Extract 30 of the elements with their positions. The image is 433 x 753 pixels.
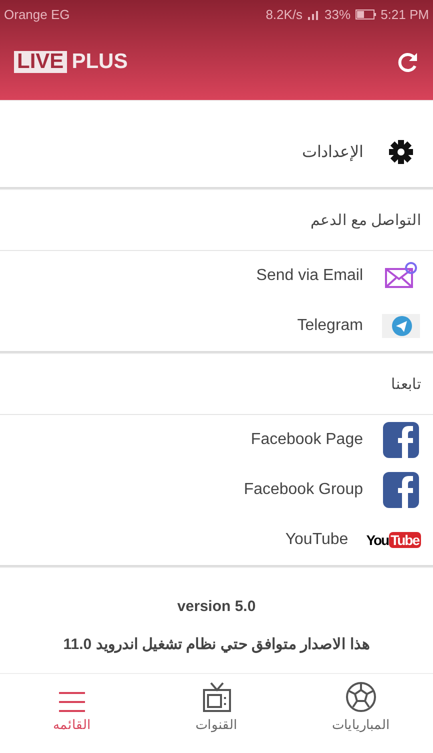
nav-tab[interactable]: القنوات — [144, 674, 289, 746]
menu-item-label[interactable]: Facebook Group — [244, 481, 363, 499]
battery-icon — [354, 8, 377, 20]
menu-item-label[interactable]: YouTube — [285, 531, 348, 549]
clock: 5:21 PM — [380, 6, 429, 22]
menu-icon — [58, 691, 86, 713]
logo-box: LIVE — [14, 51, 67, 73]
logo-text: PLUS — [72, 50, 128, 74]
menu-item-label[interactable]: Telegram — [297, 317, 363, 335]
tv-icon — [202, 681, 232, 713]
refresh-icon[interactable] — [397, 51, 419, 73]
menu-item-label[interactable]: Facebook Page — [250, 431, 363, 449]
section-title: تابعنا — [391, 375, 421, 393]
nav-tab[interactable]: المباريايات — [288, 674, 433, 746]
network-speed: 8.2K/s — [266, 6, 303, 22]
battery-percent: 33% — [324, 6, 351, 22]
facebook-icon — [383, 422, 419, 458]
facebook-icon — [383, 472, 419, 508]
section-title: التواصل مع الدعم — [310, 211, 421, 229]
version-text: version 5.0 — [177, 598, 256, 615]
football-icon — [344, 681, 377, 713]
settings-label[interactable]: الإعدادات — [302, 142, 363, 162]
compatibility-note: هذا الاصدار متوافق حتي نظام تشغيل اندرويد 11.0 — [63, 635, 370, 653]
menu-item-label[interactable]: Send via Email — [256, 267, 363, 285]
signal-icon — [306, 8, 321, 20]
nav-tab[interactable]: القائمه — [0, 674, 144, 746]
youtube-logo: YouTube — [366, 532, 421, 548]
paper-plane-icon — [382, 314, 420, 338]
carrier-name: Orange EG — [4, 6, 70, 22]
envelope-icon — [384, 261, 418, 291]
